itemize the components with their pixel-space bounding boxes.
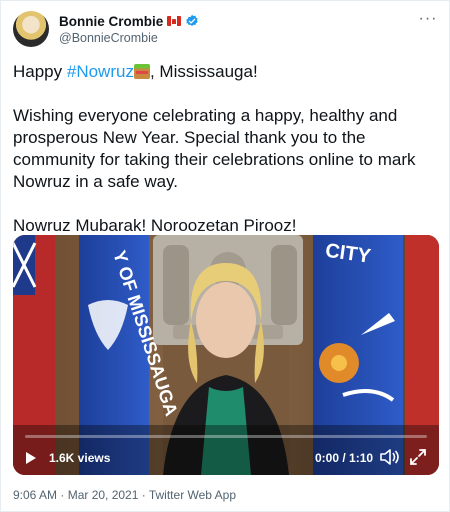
tweet-text: Happy #Nowruz , Mississauga! Wishing ever… [13, 61, 439, 237]
fullscreen-icon[interactable] [409, 448, 427, 466]
verified-badge-icon [186, 14, 198, 26]
author-display-name[interactable]: Bonnie Crombie [59, 14, 163, 29]
video-time: 0:00 / 1:10 [315, 451, 374, 465]
closing-line: Nowruz Mubarak! Noroozetan Pirooz! [13, 216, 297, 235]
video-progress-bar[interactable] [25, 435, 427, 438]
author-handle[interactable]: @BonnieCrombie [59, 31, 158, 45]
paragraph-line: community for taking their celebrations … [13, 150, 416, 169]
video-player[interactable]: Y OF MISSISSAUGA CITY [13, 235, 439, 475]
tweet-timestamp[interactable]: 9:06 AM · Mar 20, 2021 · Twitter Web App [13, 488, 236, 502]
avatar[interactable] [13, 11, 49, 47]
paragraph-line: Wishing everyone celebrating a happy, he… [13, 106, 398, 125]
greeting-prefix: Happy [13, 62, 67, 81]
greeting-line: Happy #Nowruz , Mississauga! [13, 61, 439, 83]
tweet-header: Bonnie Crombie @BonnieCrombie ··· [13, 11, 439, 51]
author-name-row: Bonnie Crombie [59, 12, 199, 30]
canada-flag-icon [167, 16, 182, 26]
more-options-icon[interactable]: ··· [417, 11, 439, 31]
play-icon[interactable] [25, 451, 37, 465]
gift-emoji-icon [133, 64, 150, 79]
volume-icon[interactable] [379, 448, 399, 466]
tweet-card: Bonnie Crombie @BonnieCrombie ··· Happy … [0, 0, 450, 512]
video-frame: Y OF MISSISSAUGA CITY [13, 235, 439, 475]
paragraph-line: Nowruz in a safe way. [13, 172, 179, 191]
nowruz-hashtag-link[interactable]: #Nowruz [67, 62, 134, 81]
greeting-suffix: , Mississauga! [149, 62, 258, 81]
video-view-count: 1.6K views [49, 451, 111, 465]
paragraph-line: prosperous New Year. Special thank you t… [13, 128, 366, 147]
